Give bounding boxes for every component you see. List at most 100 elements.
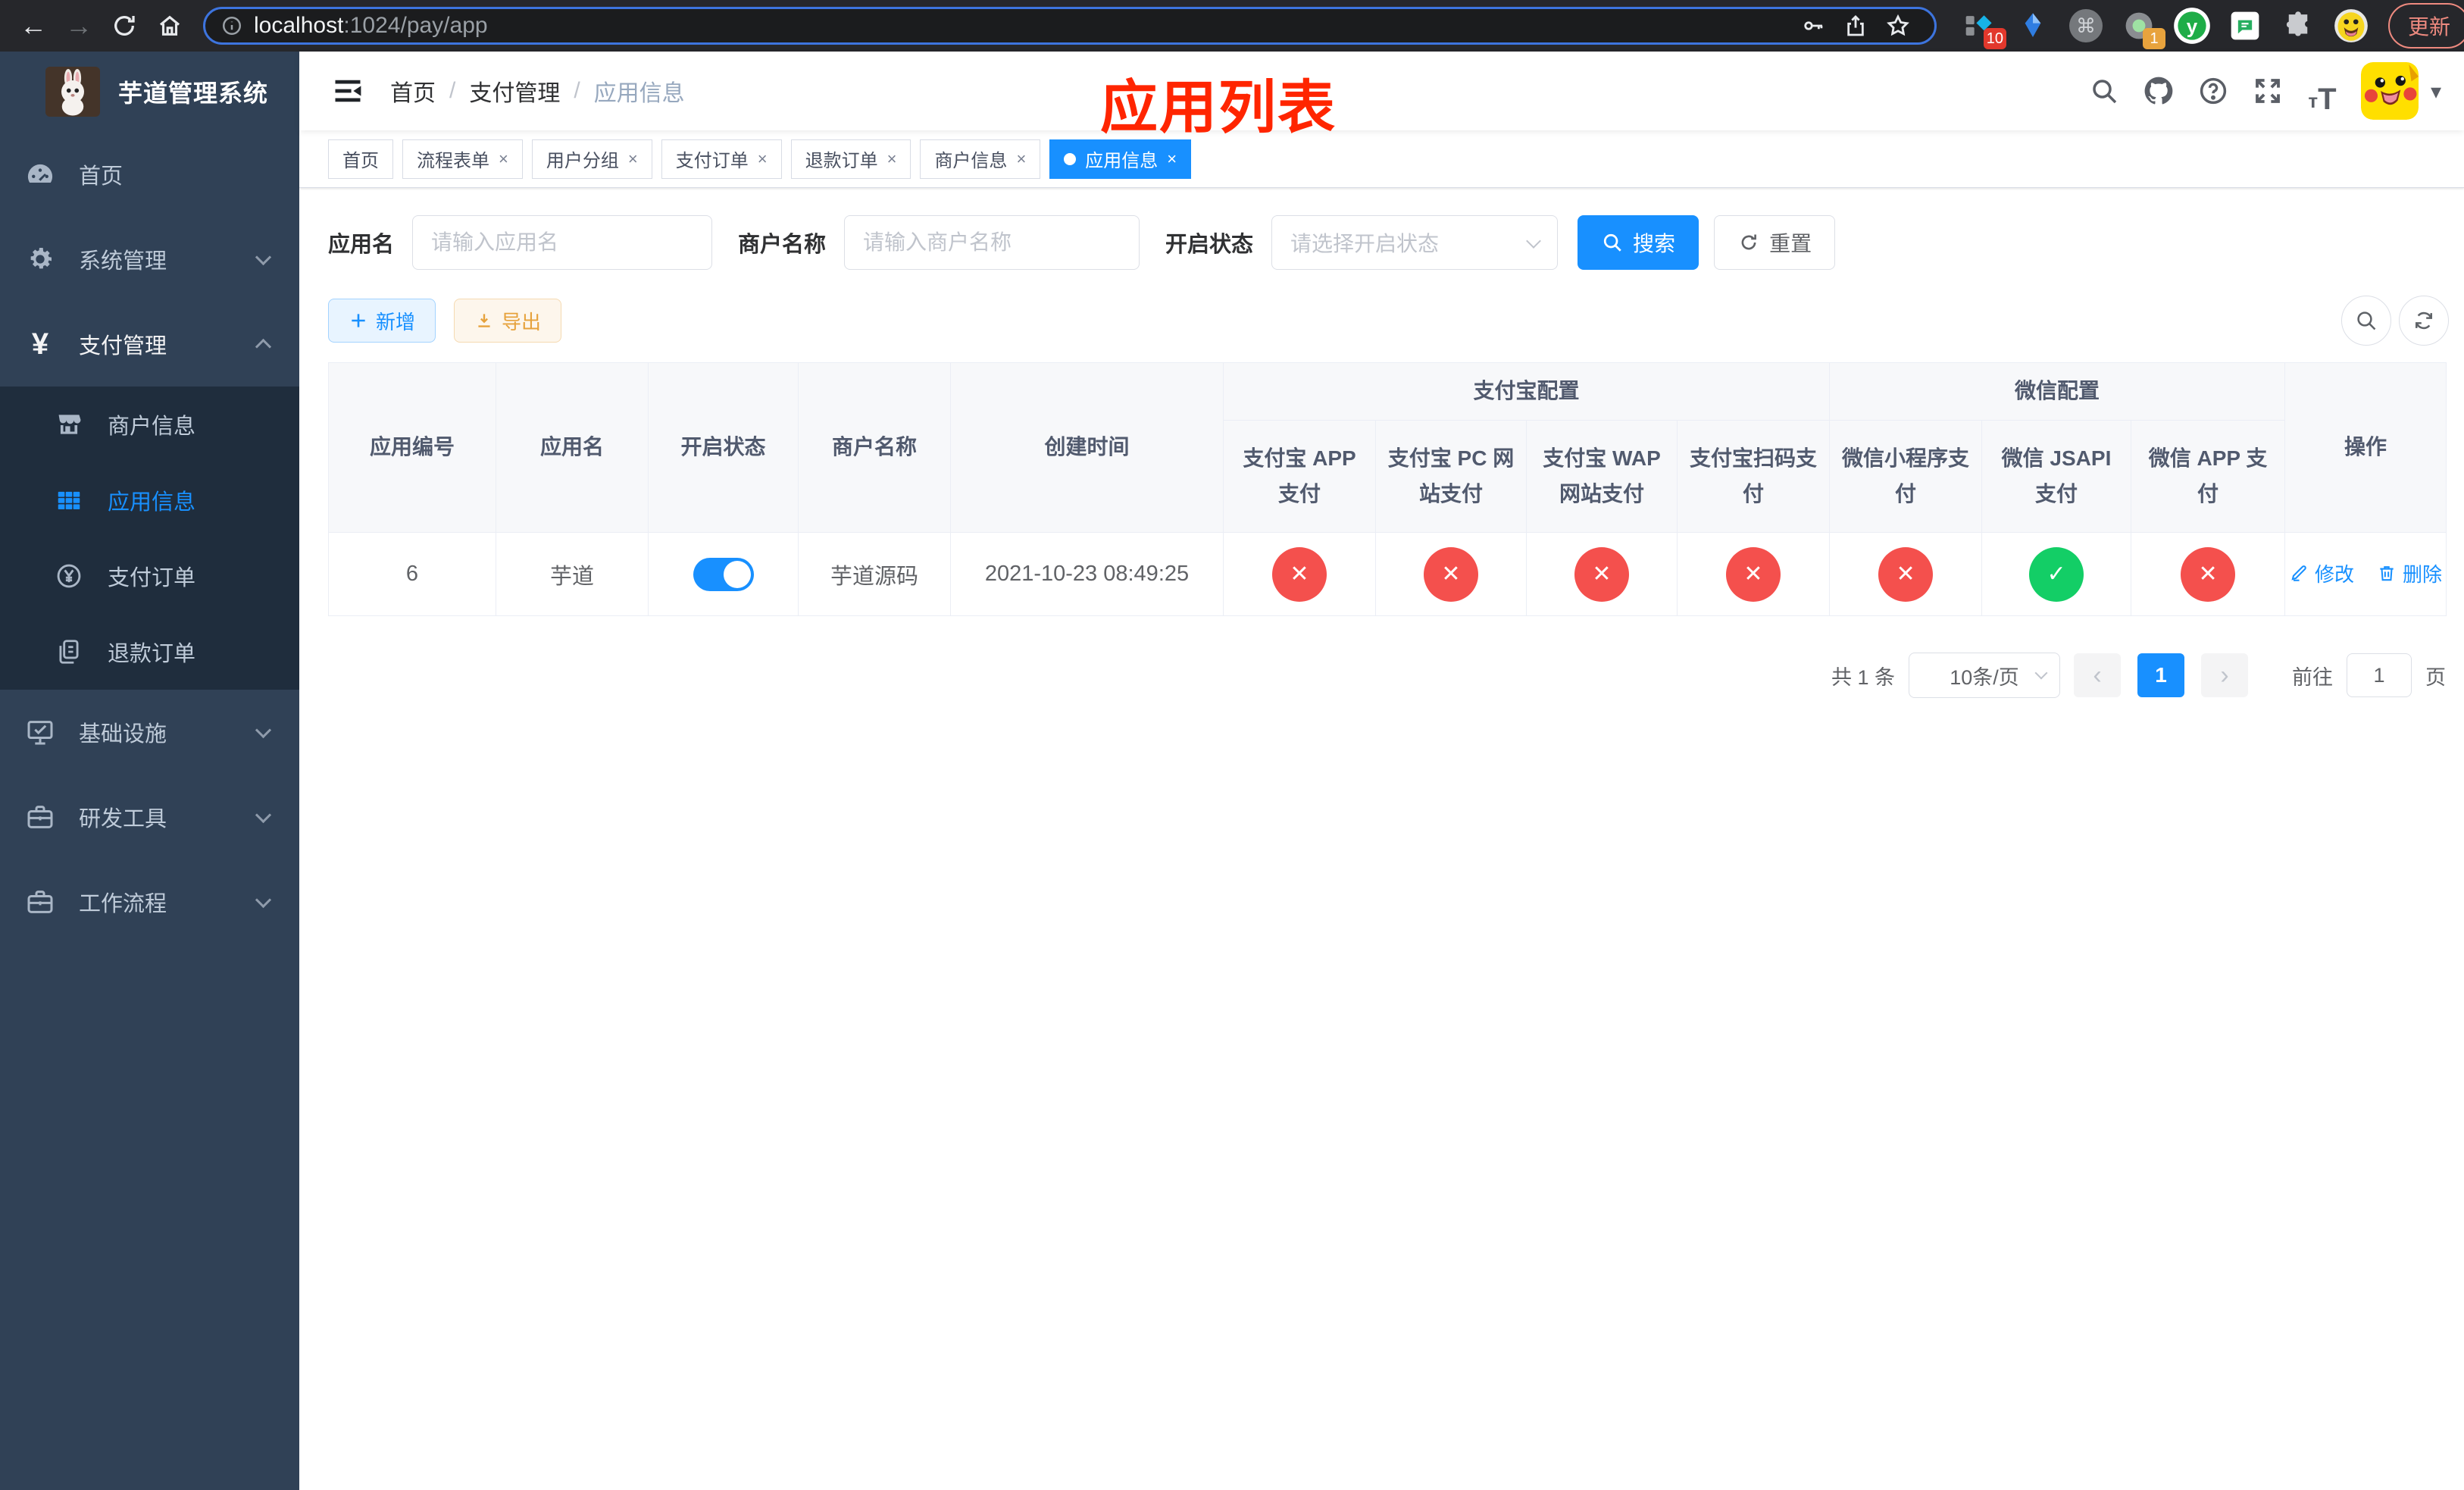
sidebar-subitem-refund-order[interactable]: 退款订单: [0, 614, 299, 690]
search-button[interactable]: 搜索: [1578, 215, 1699, 270]
tab-home[interactable]: 首页: [328, 139, 393, 179]
sidebar-item-label: 应用信息: [108, 490, 196, 515]
sidebar-item-payment[interactable]: ¥ 支付管理: [0, 302, 299, 387]
close-icon[interactable]: ×: [499, 149, 508, 169]
sidebar-item-system[interactable]: 系统管理: [0, 217, 299, 302]
col-wechat-app: 微信 APP 支付: [2131, 420, 2286, 533]
github-link[interactable]: [2137, 69, 2181, 113]
extensions-puzzle-menu[interactable]: [2276, 4, 2320, 48]
breadcrumb-payment[interactable]: 支付管理: [469, 74, 560, 108]
filter-form: 应用名 商户名称 开启状态 请选择开启状态 搜索 重置: [328, 215, 2449, 270]
share-button[interactable]: [1834, 9, 1877, 42]
prev-page-button[interactable]: ‹: [2074, 653, 2121, 697]
trash-icon: [2380, 566, 2394, 581]
reset-button[interactable]: 重置: [1714, 215, 1836, 270]
tab-refund-order[interactable]: 退款订单 ×: [790, 139, 911, 179]
bookmark-star-button[interactable]: [1877, 9, 1919, 42]
sidebar-item-label: 退款订单: [108, 642, 196, 666]
breadcrumb: 首页 / 支付管理 / 应用信息: [390, 74, 685, 108]
extension-recorder[interactable]: 1: [2117, 4, 2165, 49]
sidebar-subitem-pay-order[interactable]: 支付订单: [0, 538, 299, 614]
extension-y-green[interactable]: y: [2170, 4, 2214, 48]
delete-link[interactable]: 删除: [2377, 559, 2442, 587]
close-icon[interactable]: ×: [628, 149, 638, 169]
extension-kite[interactable]: [2011, 4, 2055, 48]
browser-profile-avatar[interactable]: [2329, 4, 2373, 48]
grid-icon: [52, 486, 86, 515]
main-content: 应用名 商户名称 开启状态 请选择开启状态 搜索 重置 新增 导出: [299, 188, 2464, 1490]
tab-app-info[interactable]: 应用信息 ×: [1049, 139, 1192, 179]
add-button[interactable]: 新增: [328, 299, 436, 343]
breadcrumb-home[interactable]: 首页: [390, 74, 436, 108]
cell-merchant: 芋道源码: [798, 532, 951, 616]
help-doc-button[interactable]: [2191, 69, 2235, 113]
cell-actions: 修改 删除: [2284, 532, 2447, 616]
app-name-label: 应用名: [328, 233, 395, 257]
pikachu-avatar-icon: [2360, 62, 2419, 120]
monitor-check-icon: [23, 717, 58, 747]
status-select[interactable]: 请选择开启状态: [1271, 215, 1559, 270]
merchant-name-input[interactable]: [844, 215, 1140, 270]
red-annotation-title: 应用列表: [1100, 76, 1337, 140]
smiley-avatar-icon: [2334, 9, 2368, 42]
close-icon[interactable]: ×: [1167, 149, 1177, 169]
extension-pinned-tabs[interactable]: 10: [1958, 4, 2006, 49]
group-wechat-config: 微信配置: [1829, 362, 2286, 421]
sidebar-item-home[interactable]: 首页: [0, 132, 299, 217]
status-alipay-pc: ✕: [1424, 546, 1478, 602]
col-enabled: 开启状态: [648, 362, 799, 533]
page-number-1[interactable]: 1: [2137, 653, 2184, 697]
chevron-down-icon: [255, 806, 272, 824]
show-search-button[interactable]: [2341, 296, 2391, 346]
tab-user-group[interactable]: 用户分组 ×: [531, 139, 652, 179]
export-button[interactable]: 导出: [454, 299, 562, 343]
browser-forward-button[interactable]: →: [56, 5, 102, 46]
sidebar-item-workflow[interactable]: 工作流程: [0, 859, 299, 944]
browser-update-button[interactable]: 更新: [2388, 3, 2464, 49]
sidebar-item-infrastructure[interactable]: 基础设施: [0, 690, 299, 775]
sidebar-item-label: 工作流程: [79, 892, 167, 916]
browser-back-button[interactable]: ←: [11, 5, 56, 46]
sidebar-subitem-merchant-info[interactable]: 商户信息: [0, 387, 299, 462]
close-icon[interactable]: ×: [887, 149, 897, 169]
extension-chat[interactable]: [2223, 4, 2267, 48]
fullscreen-button[interactable]: [2246, 69, 2290, 113]
sidebar-item-label: 系统管理: [79, 249, 167, 274]
page-size-select[interactable]: 10条/页: [1909, 653, 2060, 698]
avatar-caret-icon[interactable]: ▾: [2431, 79, 2441, 104]
breadcrumb-separator: /: [449, 78, 456, 103]
extension-command[interactable]: ⌘: [2064, 4, 2108, 48]
sidebar-subitem-app-info[interactable]: 应用信息: [0, 462, 299, 538]
extensions-area: 10 ⌘ 1 y: [1958, 4, 2373, 49]
sidebar-collapse-button[interactable]: [327, 70, 369, 112]
browser-home-button[interactable]: [147, 5, 192, 46]
briefcase-icon: [23, 887, 58, 917]
next-page-button[interactable]: ›: [2201, 653, 2248, 697]
close-icon[interactable]: ×: [1016, 149, 1026, 169]
goto-page-input[interactable]: [2347, 653, 2412, 697]
font-size-button[interactable]: тT: [2300, 69, 2344, 114]
app-name-input[interactable]: [412, 215, 713, 270]
tab-process-form[interactable]: 流程表单 ×: [402, 139, 523, 179]
reload-icon: [114, 15, 135, 36]
sidebar-item-dev-tools[interactable]: 研发工具: [0, 775, 299, 859]
status-wechat-app: ✕: [2181, 546, 2236, 602]
tab-merchant-info[interactable]: 商户信息 ×: [920, 139, 1041, 179]
refresh-icon: [1741, 234, 1756, 250]
col-wechat-mini: 微信小程序支付: [1829, 420, 1983, 533]
enabled-toggle[interactable]: [693, 557, 754, 591]
close-icon[interactable]: ×: [758, 149, 768, 169]
edit-link[interactable]: 修改: [2289, 559, 2354, 587]
status-select-placeholder: 请选择开启状态: [1290, 232, 1440, 255]
refresh-table-button[interactable]: [2399, 296, 2449, 346]
address-bar[interactable]: localhost:1024/pay/app: [203, 7, 1937, 45]
browser-reload-button[interactable]: [102, 5, 147, 46]
user-avatar[interactable]: [2360, 62, 2419, 120]
chevron-down-icon: [255, 722, 272, 739]
password-key-button[interactable]: [1792, 9, 1834, 42]
kite-icon: [2025, 13, 2041, 37]
site-info-icon[interactable]: [220, 14, 243, 37]
tab-pay-order[interactable]: 支付订单 ×: [661, 139, 782, 179]
sidebar-item-label: 基础设施: [79, 722, 167, 747]
header-search-button[interactable]: [2082, 69, 2126, 113]
